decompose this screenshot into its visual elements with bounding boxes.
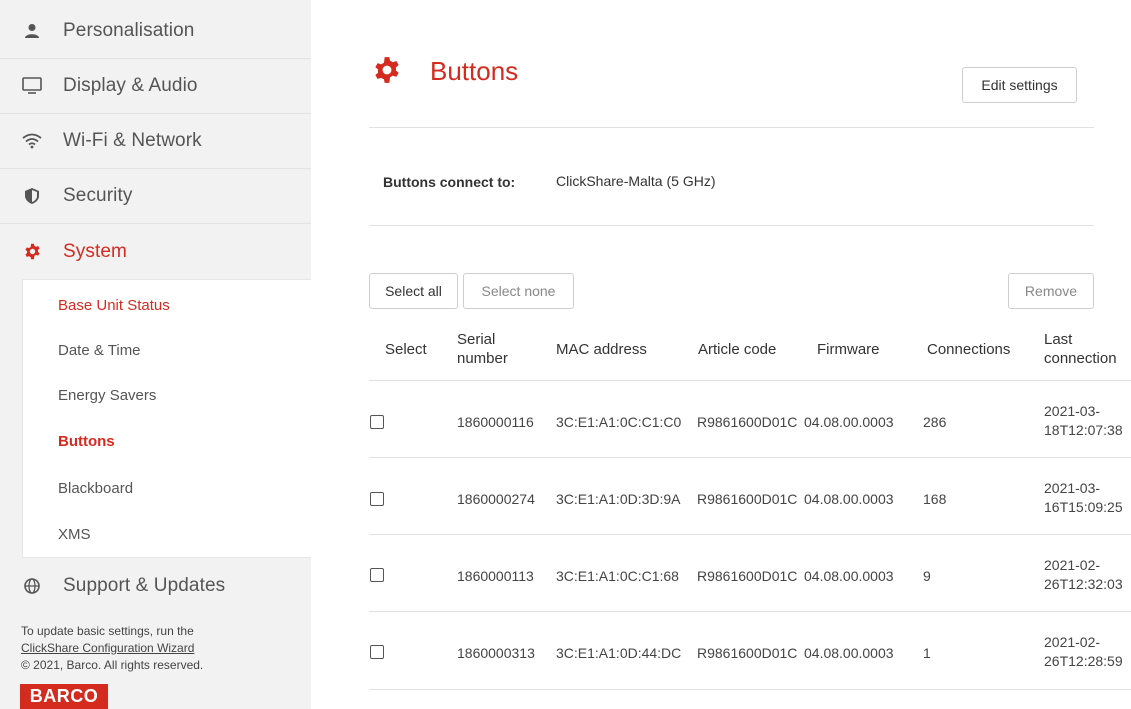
connect-label: Buttons connect to: [383,174,516,190]
gear-icon [373,56,401,84]
cell-serial: 1860000113 [457,568,534,584]
shield-icon [22,186,42,206]
nav-label: Security [63,185,133,206]
nav-label: Wi-Fi & Network [63,130,202,151]
column-header-mac: MAC address [556,341,647,358]
nav-label: System [63,240,127,262]
row-checkbox[interactable] [370,415,384,429]
system-submenu: Base Unit Status Date & Time Energy Save… [22,279,311,558]
cell-last-date: 2021-03- [1044,480,1101,496]
nav-label: Support & Updates [63,574,226,596]
connect-value: ClickShare-Malta (5 GHz) [556,173,716,189]
cell-last-time: 18T12:07:38 [1044,422,1123,438]
edit-settings-button[interactable]: Edit settings [962,67,1077,103]
submenu-item-date-time[interactable]: Date & Time [58,342,141,359]
nav-label: Display & Audio [63,75,198,96]
select-none-button[interactable]: Select none [463,273,574,309]
column-header-last-connection: Last connection [1044,331,1117,367]
cell-firmware: 04.08.00.0003 [804,414,894,430]
divider [369,225,1094,226]
table-divider [369,380,1131,381]
cell-firmware: 04.08.00.0003 [804,491,894,507]
table-divider [369,689,1131,690]
submenu-item-base-unit-status[interactable]: Base Unit Status [58,297,170,314]
table-divider [369,534,1131,535]
divider [369,127,1094,128]
barco-logo: BARCO [20,684,108,709]
column-header-firmware: Firmware [817,341,880,358]
cell-serial: 1860000116 [457,414,534,430]
cell-last-date: 2021-03- [1044,403,1101,419]
cell-last-time: 16T15:09:25 [1044,499,1123,515]
cell-connections: 1 [923,645,931,661]
column-header-serial: Serial number [457,331,508,367]
cell-last-date: 2021-02- [1044,557,1101,573]
cell-connections: 286 [923,414,947,430]
cell-mac: 3C:E1:A1:0D:3D:9A [556,491,681,507]
cell-article: R9861600D01C [697,491,798,507]
cell-serial: 1860000274 [457,491,535,507]
submenu-item-blackboard[interactable]: Blackboard [58,480,133,497]
nav-item-security[interactable]: Security [0,169,311,224]
person-icon [22,21,42,41]
cell-mac: 3C:E1:A1:0D:44:DC [556,645,682,661]
row-checkbox[interactable] [370,645,384,659]
remove-button[interactable]: Remove [1008,273,1094,309]
nav-item-personalisation[interactable]: Personalisation [0,4,311,59]
row-checkbox[interactable] [370,568,384,582]
submenu-item-xms[interactable]: XMS [58,526,91,543]
cell-connections: 9 [923,568,931,584]
table-divider [369,611,1131,612]
gear-icon [22,242,42,262]
cell-connections: 168 [923,491,947,507]
column-header-select: Select [385,341,427,358]
globe-icon [22,576,42,596]
cell-firmware: 04.08.00.0003 [804,568,894,584]
cell-firmware: 04.08.00.0003 [804,645,894,661]
cell-last-date: 2021-02- [1044,634,1101,650]
footer-hint: To update basic settings, run the [21,624,194,638]
select-all-button[interactable]: Select all [369,273,458,309]
row-checkbox[interactable] [370,492,384,506]
wifi-icon [22,131,42,151]
column-header-connections: Connections [927,341,1011,358]
page-title: Buttons [430,56,519,86]
submenu-item-buttons[interactable]: Buttons [58,433,115,450]
submenu-item-energy-savers[interactable]: Energy Savers [58,387,156,404]
nav-item-support-updates[interactable]: Support & Updates [0,558,311,613]
cell-article: R9861600D01C [697,568,798,584]
nav-label: Personalisation [63,20,195,41]
copyright-text: © 2021, Barco. All rights reserved. [21,658,204,672]
cell-mac: 3C:E1:A1:0C:C1:68 [556,568,679,584]
nav-item-system[interactable]: System [0,224,311,279]
table-divider [369,457,1131,458]
cell-article: R9861600D01C [697,414,798,430]
monitor-icon [22,76,42,96]
cell-article: R9861600D01C [697,645,798,661]
configuration-wizard-link[interactable]: ClickShare Configuration Wizard [21,640,194,657]
nav-item-wifi-network[interactable]: Wi-Fi & Network [0,114,311,169]
nav-item-display-audio[interactable]: Display & Audio [0,59,311,114]
column-header-article: Article code [698,341,777,358]
cell-mac: 3C:E1:A1:0C:C1:C0 [556,414,682,430]
cell-last-time: 26T12:32:03 [1044,576,1123,592]
cell-serial: 1860000313 [457,645,535,661]
sidebar: Personalisation Display & Audio Wi-Fi & … [0,0,311,709]
cell-last-time: 26T12:28:59 [1044,653,1123,669]
